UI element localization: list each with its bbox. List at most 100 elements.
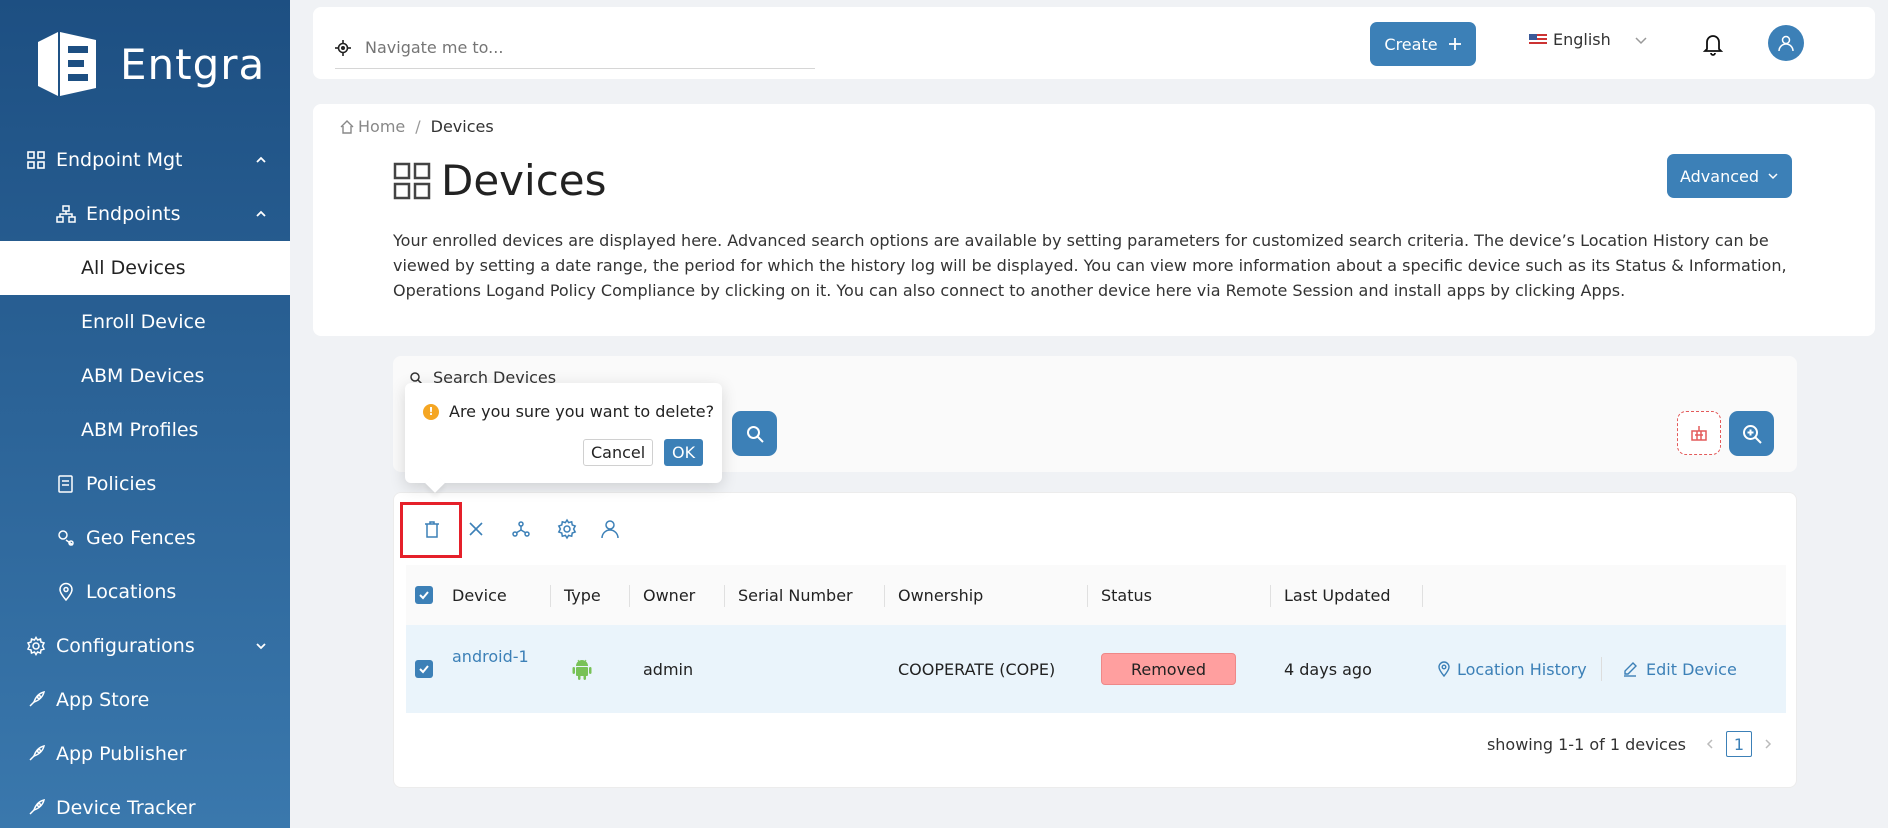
table-row[interactable]: android-1 admin COOPERATE (COPE) Removed… [406, 625, 1786, 713]
navigate-input[interactable] [365, 38, 765, 57]
advanced-button[interactable]: Advanced [1667, 154, 1792, 198]
check-icon [419, 591, 429, 600]
trash-icon[interactable] [421, 518, 443, 540]
breadcrumb-separator: / [415, 117, 421, 136]
last-updated-cell: 4 days ago [1284, 659, 1372, 679]
chevron-right-icon[interactable] [1762, 738, 1774, 750]
sidebar-item-label: App Store [56, 689, 150, 711]
column-header-type: Type [550, 565, 601, 625]
clear-filter-button[interactable] [1677, 411, 1721, 455]
edit-device-label: Edit Device [1646, 659, 1737, 679]
ok-button[interactable]: OK [664, 439, 704, 466]
column-header-last-updated: Last Updated [1270, 565, 1391, 625]
close-icon[interactable] [465, 518, 487, 540]
sidebar-item-label: ABM Devices [81, 365, 205, 387]
location-history-link[interactable]: Location History [1436, 625, 1587, 713]
column-header-serial-number: Serial Number [724, 565, 853, 625]
avatar[interactable] [1768, 25, 1804, 61]
eraser-icon [1691, 426, 1707, 441]
check-icon [419, 665, 429, 674]
checkbox-checked [415, 660, 433, 678]
top-bar: Create English [313, 7, 1875, 79]
user-icon[interactable] [599, 518, 621, 540]
language-selector[interactable]: English [1529, 30, 1649, 49]
sidebar-item-label: Endpoint Mgt [56, 149, 183, 171]
grid-icon [27, 151, 45, 169]
chevron-left-icon[interactable] [1704, 738, 1716, 750]
plus-icon [1448, 38, 1461, 50]
group-icon[interactable] [510, 518, 532, 540]
pagination-summary: showing 1-1 of 1 devices [1486, 734, 1686, 754]
logo-text: Entgra [120, 39, 266, 89]
sidebar-item-label: App Publisher [56, 743, 187, 765]
sidebar-item-all-devices[interactable]: All Devices [0, 241, 290, 295]
sidebar-item-app-publisher[interactable]: App Publisher [0, 727, 290, 781]
sidebar-item-locations[interactable]: Locations [0, 565, 290, 619]
zoom-in-icon [1742, 424, 1762, 444]
checkbox-checked [415, 586, 433, 604]
create-button[interactable]: Create [1370, 22, 1476, 66]
sidebar-item-endpoint-mgt[interactable]: Endpoint Mgt [0, 133, 290, 187]
edit-device-link[interactable]: Edit Device [1622, 625, 1737, 713]
sidebar-item-policies[interactable]: Policies [0, 457, 290, 511]
select-all-checkbox[interactable] [415, 565, 433, 625]
chevron-down-icon [1768, 173, 1778, 180]
policy-icon [58, 475, 73, 493]
navigate-search [335, 27, 815, 69]
rocket-icon [29, 798, 46, 815]
sidebar-item-abm-devices[interactable]: ABM Devices [0, 349, 290, 403]
table-header: Device Type Owner Serial Number Ownershi… [406, 565, 1786, 625]
logo[interactable]: Entgra [30, 28, 265, 100]
page-title-text: Devices [441, 156, 607, 205]
popover-arrow [425, 473, 445, 493]
gear-icon [26, 636, 46, 656]
device-type-cell [572, 625, 592, 713]
chevron-up-icon [256, 156, 266, 163]
edit-icon [1624, 662, 1637, 677]
cancel-button[interactable]: Cancel [583, 439, 654, 466]
confirm-message: ! Are you sure you want to delete? [423, 402, 714, 421]
devices-table-card: Device Type Owner Serial Number Ownershi… [393, 492, 1797, 788]
page-description: Your enrolled devices are displayed here… [393, 231, 1787, 300]
sidebar-item-device-tracker[interactable]: Device Tracker [0, 781, 290, 828]
bell-icon[interactable] [1700, 31, 1726, 57]
device-name-link[interactable]: android-1 [452, 625, 529, 713]
advanced-button-label: Advanced [1679, 166, 1760, 186]
sidebar-item-endpoints[interactable]: Endpoints [0, 187, 290, 241]
crosshair-icon [335, 39, 351, 56]
sidebar-item-label: Device Tracker [56, 797, 196, 819]
sidebar-item-geo-fences[interactable]: Geo Fences [0, 511, 290, 565]
us-flag-icon [1529, 33, 1547, 46]
rocket-icon [29, 744, 46, 761]
sidebar: Entgra Endpoint Mgt Endpoints All Device… [0, 0, 290, 828]
sidebar-item-abm-profiles[interactable]: ABM Profiles [0, 403, 290, 457]
advanced-search-button[interactable] [1729, 411, 1774, 456]
breadcrumb-current: Devices [430, 117, 494, 136]
confirm-message-text: Are you sure you want to delete? [449, 402, 715, 421]
search-icon [746, 425, 764, 443]
rocket-icon [29, 690, 46, 707]
android-icon [572, 659, 592, 680]
row-checkbox[interactable] [415, 625, 433, 713]
sidebar-item-label: Endpoints [86, 203, 181, 225]
breadcrumb-home[interactable]: Home [358, 117, 405, 136]
location-pin-icon [59, 582, 73, 602]
location-pin-icon [1438, 661, 1450, 677]
geo-fence-icon [58, 530, 74, 546]
page-number-current[interactable]: 1 [1726, 731, 1752, 757]
sidebar-item-label: Geo Fences [86, 527, 196, 549]
gear-icon[interactable] [556, 518, 578, 540]
sidebar-item-configurations[interactable]: Configurations [0, 619, 290, 673]
sidebar-item-enroll-device[interactable]: Enroll Device [0, 295, 290, 349]
grid-icon [393, 162, 431, 199]
hierarchy-icon [56, 205, 76, 223]
owner-cell: admin [643, 659, 694, 679]
sidebar-item-label: Configurations [56, 635, 195, 657]
search-button[interactable] [732, 411, 777, 456]
status-cell: Removed [1101, 625, 1236, 713]
action-divider [1601, 657, 1602, 681]
sidebar-item-label: Enroll Device [81, 311, 206, 333]
delete-confirm-popover: ! Are you sure you want to delete? Cance… [405, 383, 722, 493]
column-header-owner: Owner [628, 565, 695, 625]
sidebar-item-app-store[interactable]: App Store [0, 673, 290, 727]
